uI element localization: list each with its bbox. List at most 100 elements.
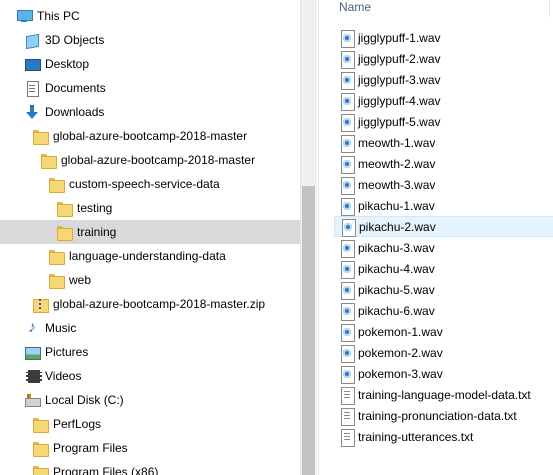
list-item[interactable]: jigglypuff-5.wav bbox=[334, 111, 553, 132]
file-name: meowth-3.wav bbox=[358, 177, 436, 192]
nav-item-label: Program Files bbox=[53, 441, 128, 455]
file-list: Name jigglypuff-1.wav jigglypuff-2.wav j… bbox=[319, 0, 553, 475]
wav-file-icon bbox=[340, 155, 355, 174]
folder-icon bbox=[32, 128, 49, 145]
nav-item-label: 3D Objects bbox=[45, 33, 105, 47]
wav-file-icon bbox=[340, 134, 355, 153]
text-file-icon bbox=[340, 386, 355, 405]
list-item[interactable]: training-language-model-data.txt bbox=[334, 384, 553, 405]
music-icon bbox=[24, 320, 40, 336]
nav-item-local-disk[interactable]: Local Disk (C:) bbox=[0, 388, 300, 412]
list-item[interactable]: pikachu-5.wav bbox=[334, 279, 553, 300]
videos-icon bbox=[24, 368, 42, 384]
file-name: pokemon-3.wav bbox=[358, 366, 443, 381]
list-item[interactable]: meowth-3.wav bbox=[334, 174, 553, 195]
file-name: training-pronunciation-data.txt bbox=[358, 408, 517, 423]
wav-file-icon bbox=[340, 50, 355, 69]
nav-item-label: Local Disk (C:) bbox=[45, 393, 124, 407]
file-name: pikachu-3.wav bbox=[358, 240, 435, 255]
nav-item-label: PerfLogs bbox=[53, 417, 102, 431]
nav-item-desktop[interactable]: Desktop bbox=[0, 52, 300, 76]
list-item[interactable]: pokemon-1.wav bbox=[334, 321, 553, 342]
nav-item-label: Videos bbox=[45, 369, 82, 383]
nav-item-label: testing bbox=[77, 201, 113, 215]
folder-icon bbox=[48, 248, 65, 265]
navigation-pane: This PC 3D Objects Desktop Documents Dow… bbox=[0, 0, 300, 475]
wav-file-icon bbox=[340, 176, 355, 195]
nav-item-label: Pictures bbox=[45, 345, 89, 359]
file-name: pikachu-4.wav bbox=[358, 261, 435, 276]
file-name: pikachu-2.wav bbox=[359, 219, 436, 234]
nav-item-folder[interactable]: custom-speech-service-data bbox=[0, 172, 300, 196]
nav-item-zip[interactable]: global-azure-bootcamp-2018-master.zip bbox=[0, 292, 300, 316]
column-divider[interactable] bbox=[549, 0, 550, 17]
nav-item-label: language-understanding-data bbox=[69, 249, 226, 263]
nav-item-folder[interactable]: Program Files (x86) bbox=[0, 460, 300, 475]
nav-item-folder[interactable]: testing bbox=[0, 196, 300, 220]
wav-file-icon bbox=[340, 323, 355, 342]
list-item[interactable]: jigglypuff-1.wav bbox=[334, 27, 553, 48]
nav-item-label: Documents bbox=[45, 81, 106, 95]
list-item-hovered[interactable]: pikachu-2.wav bbox=[334, 216, 553, 237]
nav-item-label: web bbox=[69, 273, 92, 287]
download-icon bbox=[24, 104, 40, 120]
wav-file-icon bbox=[340, 239, 355, 258]
nav-item-this-pc[interactable]: This PC bbox=[0, 4, 300, 28]
desktop-icon bbox=[24, 56, 41, 72]
nav-item-label: global-azure-bootcamp-2018-master bbox=[53, 129, 248, 143]
nav-item-folder[interactable]: global-azure-bootcamp-2018-master bbox=[0, 148, 300, 172]
list-item[interactable]: jigglypuff-4.wav bbox=[334, 90, 553, 111]
pc-icon bbox=[16, 8, 33, 24]
nav-item-folder[interactable]: web bbox=[0, 268, 300, 292]
list-item[interactable]: training-pronunciation-data.txt bbox=[334, 405, 553, 426]
navigation-scrollbar-thumb[interactable] bbox=[302, 186, 315, 475]
nav-item-folder[interactable]: Program Files bbox=[0, 436, 300, 460]
nav-item-label: Music bbox=[45, 321, 77, 335]
wav-file-icon bbox=[340, 71, 355, 90]
nav-item-label: global-azure-bootcamp-2018-master bbox=[61, 153, 256, 167]
wav-file-icon bbox=[340, 365, 355, 384]
wav-file-icon bbox=[340, 29, 355, 48]
file-name: training-language-model-data.txt bbox=[358, 387, 531, 402]
nav-item-label: global-azure-bootcamp-2018-master.zip bbox=[53, 297, 266, 311]
nav-item-folder[interactable]: global-azure-bootcamp-2018-master bbox=[0, 124, 300, 148]
nav-item-label: Desktop bbox=[45, 57, 90, 71]
file-name: pikachu-5.wav bbox=[358, 282, 435, 297]
nav-item-music[interactable]: Music bbox=[0, 316, 300, 340]
file-name: meowth-1.wav bbox=[358, 135, 436, 150]
nav-item-pictures[interactable]: Pictures bbox=[0, 340, 300, 364]
list-item[interactable]: meowth-2.wav bbox=[334, 153, 553, 174]
folder-icon bbox=[56, 200, 73, 217]
file-name: pikachu-1.wav bbox=[358, 198, 435, 213]
zip-icon bbox=[32, 296, 49, 313]
text-file-icon bbox=[340, 407, 355, 426]
list-item[interactable]: jigglypuff-3.wav bbox=[334, 69, 553, 90]
wav-file-icon bbox=[340, 344, 355, 363]
folder-icon bbox=[40, 152, 57, 169]
list-item[interactable]: pikachu-6.wav bbox=[334, 300, 553, 321]
list-item[interactable]: training-utterances.txt bbox=[334, 426, 553, 447]
list-item[interactable]: pokemon-2.wav bbox=[334, 342, 553, 363]
wav-file-icon bbox=[340, 92, 355, 111]
file-name: pikachu-6.wav bbox=[358, 303, 435, 318]
list-item[interactable]: pokemon-3.wav bbox=[334, 363, 553, 384]
nav-item-folder[interactable]: PerfLogs bbox=[0, 412, 300, 436]
nav-item-downloads[interactable]: Downloads bbox=[0, 100, 300, 124]
wav-file-icon bbox=[340, 113, 355, 132]
list-item[interactable]: pikachu-1.wav bbox=[334, 195, 553, 216]
nav-item-videos[interactable]: Videos bbox=[0, 364, 300, 388]
column-header-name[interactable]: Name bbox=[339, 0, 371, 17]
wav-file-icon bbox=[340, 281, 355, 300]
list-item[interactable]: meowth-1.wav bbox=[334, 132, 553, 153]
nav-item-folder-selected[interactable]: training bbox=[0, 220, 300, 244]
nav-item-documents[interactable]: Documents bbox=[0, 76, 300, 100]
nav-item-label: training bbox=[77, 225, 117, 239]
wav-file-icon bbox=[340, 302, 355, 321]
list-item[interactable]: pikachu-3.wav bbox=[334, 237, 553, 258]
list-item[interactable]: pikachu-4.wav bbox=[334, 258, 553, 279]
nav-item-3d-objects[interactable]: 3D Objects bbox=[0, 28, 300, 52]
nav-item-folder[interactable]: language-understanding-data bbox=[0, 244, 300, 268]
file-name: jigglypuff-1.wav bbox=[358, 30, 441, 45]
list-item[interactable]: jigglypuff-2.wav bbox=[334, 48, 553, 69]
disk-icon bbox=[24, 392, 41, 408]
